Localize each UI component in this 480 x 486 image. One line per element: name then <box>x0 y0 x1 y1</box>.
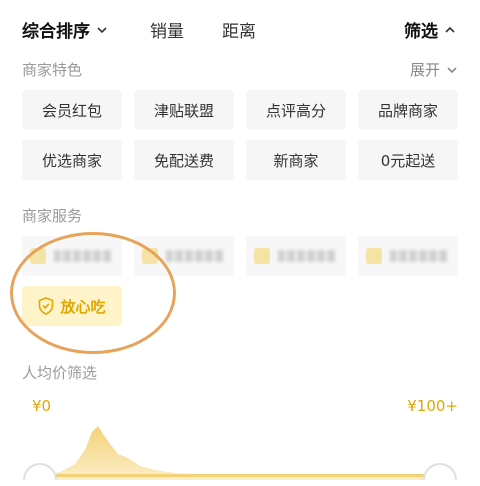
features-section-title: 商家特色 <box>22 61 83 79</box>
feature-chip-label: 免配送费 <box>153 151 214 170</box>
feature-chip-new-merchant[interactable]: 新商家 <box>246 140 346 180</box>
tab-comprehensive-sort[interactable]: 综合排序 <box>22 17 108 42</box>
expand-toggle[interactable]: 展开 <box>410 59 458 80</box>
price-distribution-graph <box>40 426 440 480</box>
feature-chip-member-coupon[interactable]: 会员红包 <box>22 90 122 130</box>
feature-chip-label: 津贴联盟 <box>153 101 214 120</box>
price-min-handle[interactable] <box>18 446 62 486</box>
services-section-title: 商家服务 <box>22 207 83 225</box>
service-badge-icon <box>366 248 382 264</box>
feature-chip-free-delivery[interactable]: 免配送费 <box>134 140 234 180</box>
feature-chip-label: 优选商家 <box>41 151 102 170</box>
blurred-text <box>166 250 224 262</box>
service-badge-icon <box>254 248 270 264</box>
feature-chip-zero-minimum[interactable]: 0元起送 <box>358 140 458 180</box>
chevron-up-icon <box>445 26 455 33</box>
service-chip-blurred[interactable] <box>246 236 346 276</box>
feature-chip-high-rating[interactable]: 点评高分 <box>246 90 346 130</box>
tab-comprehensive-sort-label: 综合排序 <box>22 22 90 42</box>
chevron-down-icon <box>97 26 107 33</box>
feature-chip-label: 会员红包 <box>41 101 102 120</box>
feature-chip-preferred-merchant[interactable]: 优选商家 <box>22 140 122 180</box>
tab-distance[interactable]: 距离 <box>222 17 256 42</box>
price-max-label: ¥100+ <box>407 397 458 415</box>
feature-chip-label: 品牌商家 <box>377 101 438 120</box>
feature-chip-allowance-alliance[interactable]: 津贴联盟 <box>134 90 234 130</box>
expand-label: 展开 <box>409 61 440 79</box>
highlight-circle-annotation <box>10 232 176 354</box>
feature-chip-label: 点评高分 <box>265 101 326 120</box>
tab-distance-label: 距离 <box>222 22 256 42</box>
feature-chip-brand-merchant[interactable]: 品牌商家 <box>358 90 458 130</box>
tab-sales-label: 销量 <box>150 22 184 42</box>
blurred-text <box>390 250 448 262</box>
price-max-handle[interactable] <box>418 446 462 486</box>
price-min-label: ¥0 <box>32 397 52 415</box>
blurred-text <box>278 250 336 262</box>
service-chip-blurred[interactable] <box>358 236 458 276</box>
feature-chip-label: 0元起送 <box>380 151 436 170</box>
filter-button[interactable]: 筛选 <box>404 17 456 42</box>
filter-label: 筛选 <box>404 22 438 42</box>
sort-filter-bar: 综合排序 销量 距离 筛选 <box>0 0 480 56</box>
tab-sales[interactable]: 销量 <box>150 17 184 42</box>
feature-chip-label: 新商家 <box>273 151 319 170</box>
price-section-title: 人均价筛选 <box>22 364 98 382</box>
price-range-track <box>40 474 440 477</box>
chevron-down-icon <box>447 66 457 73</box>
